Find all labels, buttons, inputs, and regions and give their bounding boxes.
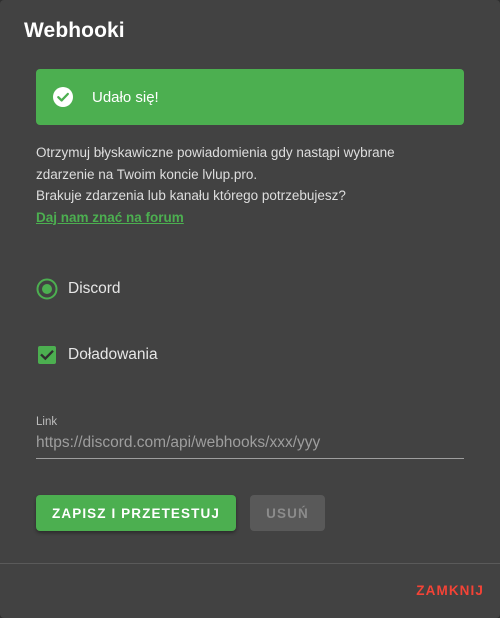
footer-divider <box>0 563 500 564</box>
webhook-url-input[interactable] <box>36 434 464 459</box>
description-line: Otrzymuj błyskawiczne powiadomienia gdy … <box>36 145 395 160</box>
forum-link[interactable]: Daj nam znać na forum <box>36 207 184 229</box>
discord-radio-option[interactable]: Discord <box>36 278 121 300</box>
close-button[interactable]: ZAMKNIJ <box>412 576 488 604</box>
description-line: Brakuje zdarzenia lub kanału którego pot… <box>36 188 346 203</box>
recharge-label: Doładowania <box>68 346 158 363</box>
save-and-test-button[interactable]: ZAPISZ I PRZETESTUJ <box>36 495 236 531</box>
description: Otrzymuj błyskawiczne powiadomienia gdy … <box>36 142 466 228</box>
description-line: zdarzenie na Twoim koncie lvlup.pro. <box>36 166 258 182</box>
link-field: Link <box>36 416 464 459</box>
delete-button: USUŃ <box>250 495 325 531</box>
alert-message: Udało się! <box>92 88 159 106</box>
radio-selected-icon[interactable] <box>36 278 58 300</box>
discord-label: Discord <box>68 280 121 297</box>
success-alert: Udało się! <box>36 69 464 125</box>
recharge-checkbox-option[interactable]: Doładowania <box>36 344 158 366</box>
checkbox-checked-icon[interactable] <box>36 344 58 366</box>
link-field-label: Link <box>36 416 58 428</box>
check-circle-icon <box>52 86 74 108</box>
webhooks-dialog: Webhooki Udało się! Otrzymuj błyskawiczn… <box>0 0 500 618</box>
dialog-title: Webhooki <box>24 19 125 42</box>
